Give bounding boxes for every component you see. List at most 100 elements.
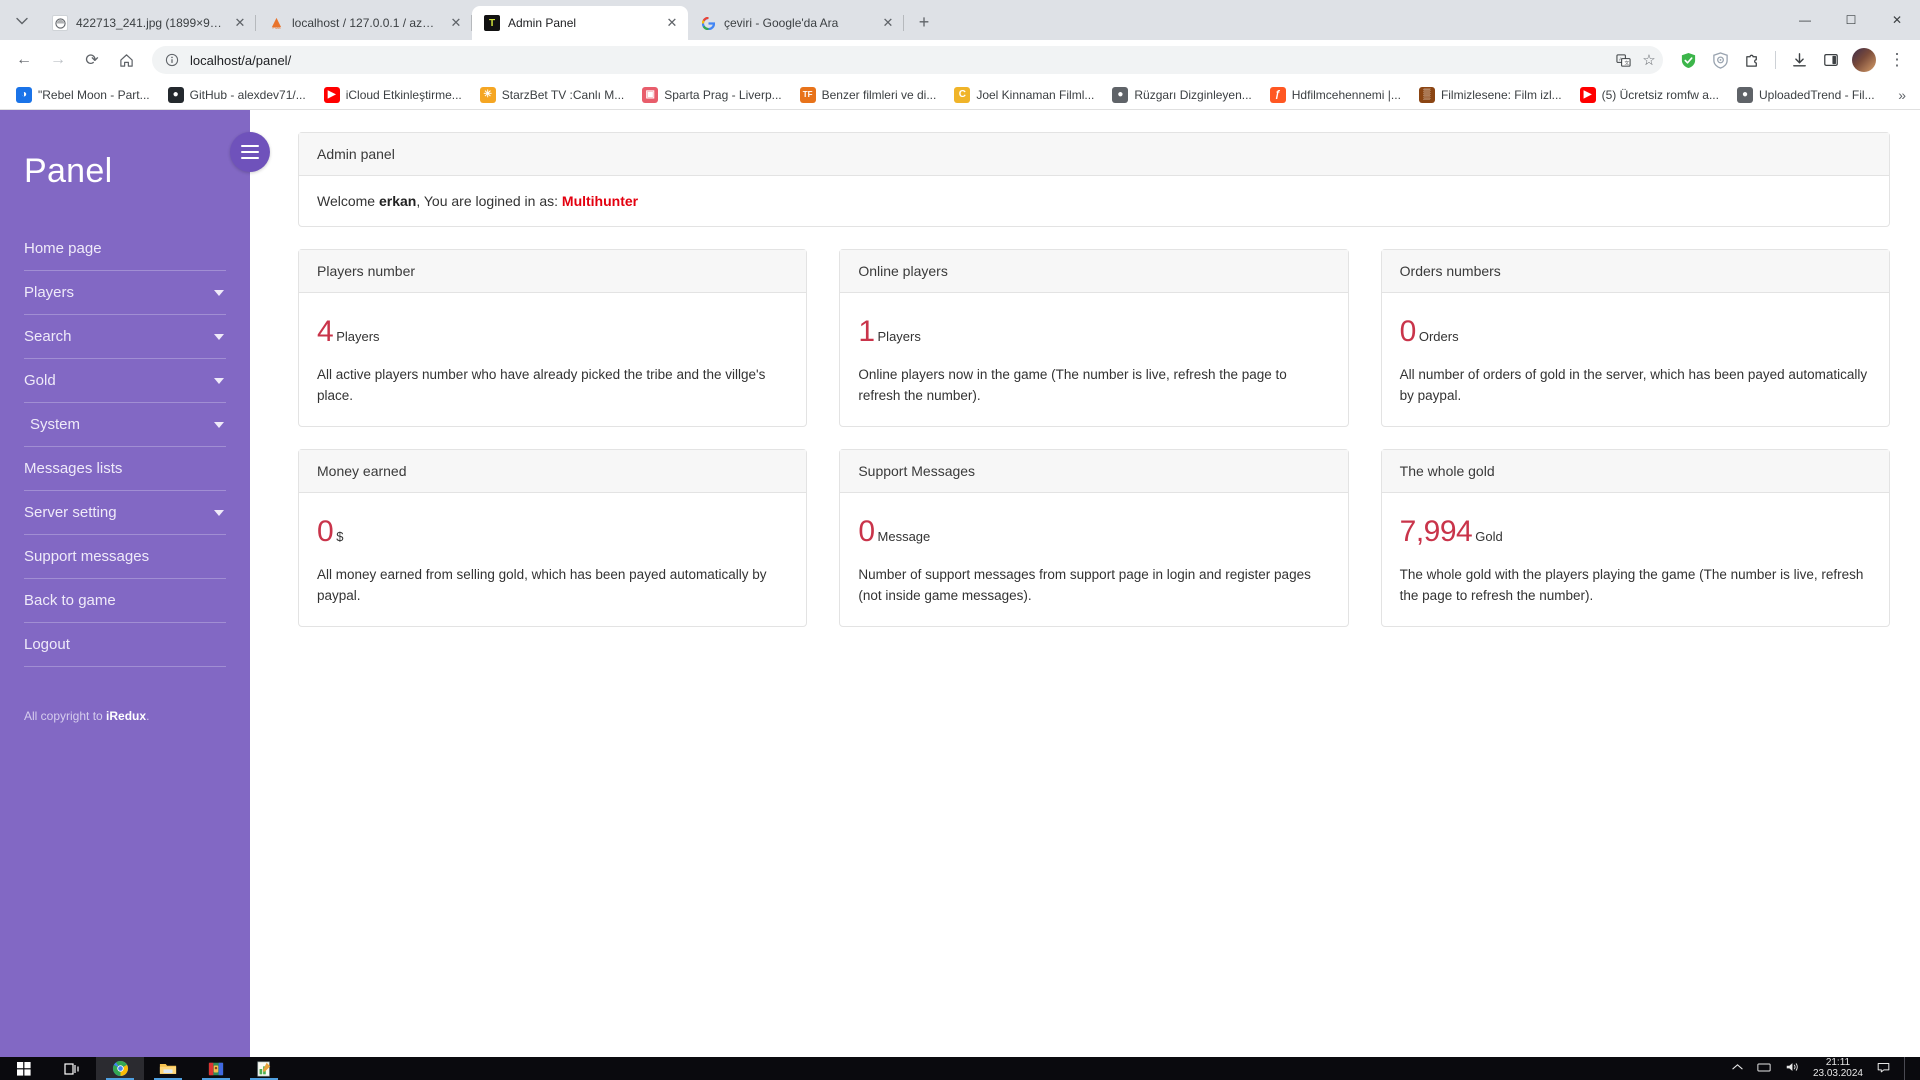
copyright-suffix: . bbox=[146, 709, 150, 723]
home-icon[interactable] bbox=[110, 44, 142, 76]
clock-date: 23.03.2024 bbox=[1812, 1067, 1863, 1079]
bookmark-favicon: ▣ bbox=[642, 86, 659, 103]
close-icon[interactable]: ✕ bbox=[880, 15, 896, 31]
bookmark-favicon: ◑ bbox=[16, 86, 32, 103]
sidebar-item-home-page[interactable]: Home page bbox=[24, 227, 226, 271]
card-title: The whole gold bbox=[1381, 450, 1889, 494]
bookmark-star-icon[interactable]: ☆ bbox=[1641, 52, 1657, 69]
browser-toolbar: ← → ⟳ localhost/a/panel/ A文 ☆ ⋮ bbox=[0, 40, 1920, 80]
bookmark-item[interactable]: ƒ Hdfilmcehennemi |... bbox=[1262, 84, 1409, 106]
bookmark-item[interactable]: ● UploadedTrend - Fil... bbox=[1729, 84, 1883, 106]
privacy-badger-icon[interactable] bbox=[1705, 45, 1735, 75]
card-description: All money earned from selling gold, whic… bbox=[317, 567, 767, 603]
bookmark-item[interactable]: ▣ Sparta Prag - Liverp... bbox=[634, 84, 789, 106]
bookmark-item[interactable]: TF Benzer filmleri ve di... bbox=[792, 84, 945, 106]
sidebar-item-label: Back to game bbox=[24, 592, 116, 609]
tray-overflow-icon[interactable] bbox=[1732, 1063, 1743, 1074]
forward-icon[interactable]: → bbox=[42, 44, 74, 76]
stat-card-money-earned: Money earned 0 $ All money earned from se… bbox=[298, 449, 808, 628]
welcome-username: erkan bbox=[378, 193, 417, 209]
sidebar-item-label: System bbox=[30, 416, 81, 433]
notifications-icon[interactable] bbox=[1877, 1062, 1890, 1076]
stat-value: 1 bbox=[858, 315, 875, 348]
sidebar-item-support-messages[interactable]: Support messages bbox=[24, 535, 226, 579]
show-desktop-button[interactable] bbox=[1904, 1057, 1912, 1080]
sidebar-item-back-to-game[interactable]: Back to game bbox=[24, 579, 226, 623]
close-window-button[interactable]: ✕ bbox=[1874, 4, 1920, 36]
address-bar[interactable]: localhost/a/panel/ A文 ☆ bbox=[152, 46, 1663, 74]
adblock-shield-icon[interactable] bbox=[1673, 45, 1703, 75]
sidebar-item-system[interactable]: System bbox=[24, 403, 226, 447]
tab-search-icon[interactable] bbox=[8, 7, 36, 35]
windows-taskbar: 21:11 23.03.2024 bbox=[0, 1057, 1920, 1080]
system-tray: 21:11 23.03.2024 bbox=[1732, 1057, 1920, 1080]
bookmark-item[interactable]: ● GitHub - alexdev71/... bbox=[160, 84, 314, 106]
window-controls: — ☐ ✕ bbox=[1782, 0, 1920, 40]
card-stat: 0 Message bbox=[858, 517, 1329, 547]
browser-tab[interactable]: çeviri - Google'da Ara ✕ bbox=[688, 6, 904, 40]
copyright-brand[interactable]: iRedux bbox=[106, 709, 146, 723]
stat-card-players-number: Players number 4 Players All active playe… bbox=[298, 249, 808, 428]
sidebar-item-search[interactable]: Search bbox=[24, 315, 226, 359]
sidebar-item-logout[interactable]: Logout bbox=[24, 623, 226, 667]
info-circle-icon[interactable] bbox=[164, 52, 180, 68]
card-stat: 0 Orders bbox=[1400, 317, 1871, 347]
taskbar-clock[interactable]: 21:11 23.03.2024 bbox=[1812, 1057, 1863, 1079]
stat-value: 0 bbox=[1399, 315, 1417, 348]
winrar-taskbar-icon[interactable] bbox=[192, 1057, 240, 1080]
sidebar-item-server-setting[interactable]: Server setting bbox=[24, 491, 226, 535]
youtube-icon: ▶ bbox=[1579, 86, 1596, 103]
sidebar-item-gold[interactable]: Gold bbox=[24, 359, 226, 403]
close-icon[interactable]: ✕ bbox=[448, 15, 464, 31]
bookmarks-overflow-icon[interactable]: » bbox=[1892, 87, 1912, 103]
maximize-button[interactable]: ☐ bbox=[1828, 4, 1874, 36]
stat-unit: Players bbox=[877, 329, 921, 344]
browser-tab-active[interactable]: T Admin Panel ✕ bbox=[472, 6, 688, 40]
bookmark-favicon: ● bbox=[1736, 86, 1753, 103]
file-explorer-taskbar-icon[interactable] bbox=[144, 1057, 192, 1080]
translate-icon[interactable]: A文 bbox=[1615, 52, 1631, 68]
browser-tab[interactable]: 422713_241.jpg (1899×942) ✕ bbox=[40, 6, 256, 40]
network-icon[interactable] bbox=[1757, 1062, 1771, 1076]
reload-icon[interactable]: ⟳ bbox=[76, 44, 108, 76]
notepad-taskbar-icon[interactable] bbox=[240, 1057, 288, 1080]
bookmark-item[interactable]: ▶ iCloud Etkinleştirme... bbox=[316, 84, 470, 106]
bookmark-item[interactable]: ✳ StarzBet TV :Canlı M... bbox=[472, 84, 632, 106]
hamburger-menu-icon[interactable] bbox=[230, 132, 270, 172]
bookmark-label: Joel Kinnaman Filml... bbox=[976, 87, 1095, 102]
minimize-button[interactable]: — bbox=[1782, 4, 1828, 36]
svg-text:文: 文 bbox=[1624, 59, 1629, 66]
sidebar-item-players[interactable]: Players bbox=[24, 271, 226, 315]
downloads-icon[interactable] bbox=[1784, 45, 1814, 75]
tab-strip: 422713_241.jpg (1899×942) ✕ PMA localhos… bbox=[0, 0, 1920, 40]
github-icon: ● bbox=[167, 86, 184, 103]
bookmark-item[interactable]: ▶ (5) Ücretsiz romfw a... bbox=[1572, 84, 1727, 106]
youtube-icon: ▶ bbox=[323, 86, 340, 103]
chevron-down-icon bbox=[214, 289, 224, 296]
task-view-icon[interactable] bbox=[48, 1057, 96, 1080]
profile-avatar[interactable] bbox=[1852, 48, 1876, 72]
close-icon[interactable]: ✕ bbox=[232, 15, 248, 31]
stat-value: 0 bbox=[858, 515, 875, 549]
close-icon[interactable]: ✕ bbox=[664, 15, 680, 31]
bookmark-item[interactable]: C Joel Kinnaman Filml... bbox=[946, 84, 1102, 106]
card-description: All number of orders of gold in the serv… bbox=[1399, 367, 1868, 403]
bookmark-item[interactable]: ◑ "Rebel Moon - Part... bbox=[8, 84, 158, 106]
windows-start-icon[interactable] bbox=[0, 1057, 48, 1080]
browser-tab[interactable]: PMA localhost / 127.0.0.1 / azer12 | p ✕ bbox=[256, 6, 472, 40]
volume-icon[interactable] bbox=[1785, 1061, 1799, 1076]
page-title: Panel bbox=[24, 152, 113, 190]
bookmark-item[interactable]: ● Rüzgarı Dizginleyen... bbox=[1104, 84, 1259, 106]
new-tab-button[interactable]: + bbox=[910, 8, 938, 36]
sidebar-item-label: Gold bbox=[24, 372, 56, 389]
sidebar-item-label: Players bbox=[24, 284, 75, 301]
back-icon[interactable]: ← bbox=[8, 44, 40, 76]
sidebar-item-messages-lists[interactable]: Messages lists bbox=[24, 447, 226, 491]
sidebar-item-label: Server setting bbox=[24, 504, 117, 521]
chrome-taskbar-icon[interactable] bbox=[96, 1057, 144, 1080]
bookmark-item[interactable]: ▒ Filmizlesene: Film izl... bbox=[1411, 84, 1570, 106]
toolbar-divider bbox=[1775, 51, 1776, 69]
side-panel-icon[interactable] bbox=[1816, 45, 1846, 75]
extensions-puzzle-icon[interactable] bbox=[1737, 45, 1767, 75]
chrome-menu-icon[interactable]: ⋮ bbox=[1882, 45, 1912, 75]
